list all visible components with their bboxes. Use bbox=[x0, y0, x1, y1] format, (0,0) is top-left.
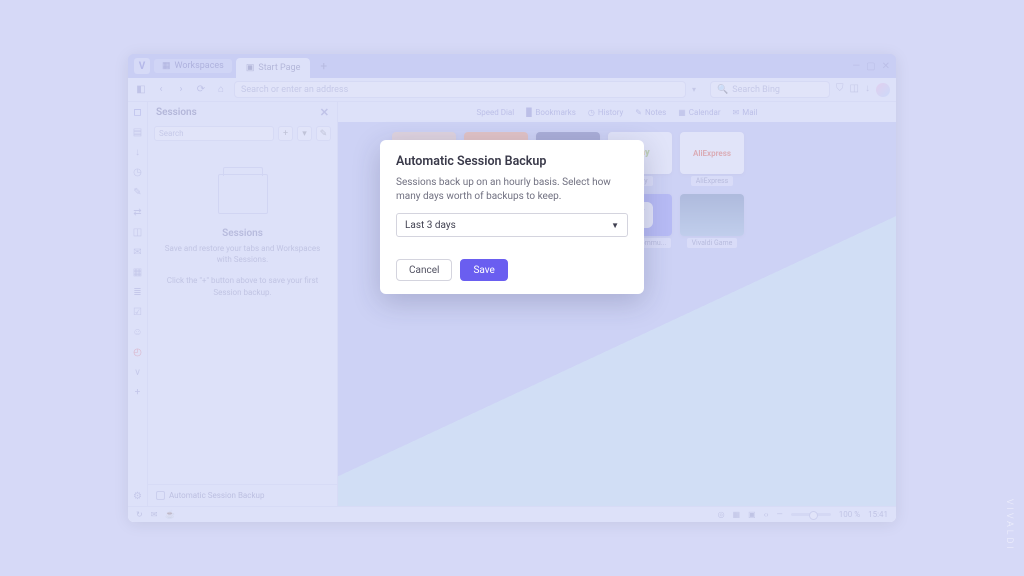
minimize-icon[interactable]: — bbox=[852, 61, 860, 72]
home-button[interactable]: ⌂ bbox=[214, 84, 228, 95]
edit-session-button[interactable]: ✎ bbox=[316, 126, 331, 141]
sessions-panel-icon[interactable]: ◴ bbox=[132, 346, 144, 358]
settings-icon[interactable]: ⚙ bbox=[132, 490, 144, 502]
search-placeholder: Search Bing bbox=[732, 85, 780, 95]
zoom-slider[interactable] bbox=[791, 513, 831, 516]
backup-duration-select[interactable]: Last 3 days ▼ bbox=[396, 213, 628, 237]
forward-button[interactable]: › bbox=[174, 84, 188, 95]
translate-icon[interactable]: ⇄ bbox=[132, 206, 144, 218]
notes-panel-icon[interactable]: ✎ bbox=[132, 186, 144, 198]
profile-avatar[interactable] bbox=[876, 83, 890, 97]
reload-button[interactable]: ⟳ bbox=[194, 84, 208, 95]
bookmarks-panel-icon[interactable]: ◻ bbox=[132, 106, 144, 118]
watermark: VIVALDI bbox=[1004, 499, 1014, 552]
empty-desc-1: Save and restore your tabs and Workspace… bbox=[162, 243, 323, 265]
search-field[interactable]: 🔍 Search Bing bbox=[710, 81, 830, 98]
speeddial-icon: ▣ bbox=[246, 63, 255, 73]
tasks-panel-icon[interactable]: ☑ bbox=[132, 306, 144, 318]
empty-desc-2: Click the "+" button above to save your … bbox=[162, 275, 323, 297]
auto-backup-checkbox[interactable] bbox=[156, 491, 165, 500]
sessions-panel: Sessions ✕ Search + ▾ ✎ Sessions Save an… bbox=[148, 102, 338, 506]
status-bar: ↻ ✉ ☕ ◎ ▦ ▣ ‹› — 100 % 15:41 bbox=[128, 506, 896, 522]
zoom-value: 100 % bbox=[839, 510, 860, 519]
window-panel-icon[interactable]: ◫ bbox=[132, 226, 144, 238]
workspaces-button[interactable]: ▦ Workspaces bbox=[154, 59, 232, 73]
tab-title: Start Page bbox=[258, 63, 300, 73]
panel-empty-state: Sessions Save and restore your tabs and … bbox=[148, 144, 337, 484]
sync-icon[interactable]: ↻ bbox=[136, 510, 143, 519]
url-dropdown-icon[interactable]: ▾ bbox=[692, 85, 704, 94]
dialog-title: Automatic Session Backup bbox=[396, 154, 628, 169]
contacts-panel-icon[interactable]: ☺ bbox=[132, 326, 144, 338]
ruler-icon[interactable]: — bbox=[776, 510, 782, 519]
add-panel-icon[interactable]: + bbox=[132, 386, 144, 398]
sd-tile-vivaldi-game[interactable]: Vivaldi Game bbox=[680, 194, 744, 248]
panel-search-input[interactable]: Search bbox=[154, 126, 274, 141]
nav-calendar[interactable]: ▦ Calendar bbox=[678, 108, 720, 117]
nav-history[interactable]: ◷ History bbox=[588, 108, 623, 117]
tab-strip: V ▦ Workspaces ▣ Start Page + — ▢ ✕ bbox=[128, 54, 896, 78]
empty-title: Sessions bbox=[222, 228, 263, 239]
reading-list-icon[interactable]: ▤ bbox=[132, 126, 144, 138]
panel-close-icon[interactable]: ✕ bbox=[320, 106, 329, 119]
auto-backup-label: Automatic Session Backup bbox=[169, 491, 264, 500]
nav-bookmarks[interactable]: ▉ Bookmarks bbox=[526, 108, 576, 117]
tab-start-page[interactable]: ▣ Start Page bbox=[236, 58, 311, 78]
add-session-button[interactable]: + bbox=[278, 126, 293, 141]
new-tab-button[interactable]: + bbox=[314, 59, 333, 73]
dialog-actions: Cancel Save bbox=[396, 259, 628, 281]
back-button[interactable]: ‹ bbox=[154, 84, 168, 95]
search-engine-icon: 🔍 bbox=[717, 85, 728, 95]
workspaces-icon: ▦ bbox=[162, 61, 171, 71]
capture-icon[interactable]: ◎ bbox=[718, 510, 725, 519]
shield-icon[interactable]: ⛉ bbox=[836, 83, 844, 97]
nav-notes[interactable]: ✎ Notes bbox=[635, 108, 666, 117]
calendar-panel-icon[interactable]: ▦ bbox=[132, 266, 144, 278]
workspaces-label: Workspaces bbox=[175, 61, 224, 71]
panel-iconbar: ◻ ▤ ↓ ◷ ✎ ⇄ ◫ ✉ ▦ ≣ ☑ ☺ ◴ v + ⚙ bbox=[128, 102, 148, 506]
dialog-description: Sessions back up on an hourly basis. Sel… bbox=[396, 176, 628, 204]
feeds-panel-icon[interactable]: ≣ bbox=[132, 286, 144, 298]
panel-header: Sessions ✕ bbox=[148, 102, 337, 123]
mail-status-icon[interactable]: ✉ bbox=[151, 510, 158, 519]
empty-box-icon bbox=[218, 174, 268, 214]
auto-backup-dialog: Automatic Session Backup Sessions back u… bbox=[380, 140, 644, 294]
panel-toggle-icon[interactable]: ◧ bbox=[134, 84, 148, 95]
mail-panel-icon[interactable]: ✉ bbox=[132, 246, 144, 258]
clock[interactable]: 15:41 bbox=[868, 510, 888, 519]
page-actions-icon[interactable]: ‹› bbox=[764, 510, 769, 519]
downloads-panel-icon[interactable]: ↓ bbox=[132, 146, 144, 158]
url-field[interactable]: Search or enter an address bbox=[234, 81, 686, 98]
tiling-icon[interactable]: ▦ bbox=[733, 510, 741, 519]
session-options-button[interactable]: ▾ bbox=[297, 126, 312, 141]
images-icon[interactable]: ▣ bbox=[748, 510, 756, 519]
nav-speed-dial[interactable]: Speed Dial bbox=[477, 108, 515, 117]
chevron-down-icon: ▼ bbox=[611, 221, 619, 230]
panel-search-placeholder: Search bbox=[159, 129, 184, 138]
panel-title: Sessions bbox=[156, 107, 197, 118]
maximize-icon[interactable]: ▢ bbox=[866, 61, 875, 72]
save-button[interactable]: Save bbox=[460, 259, 507, 281]
speeddial-nav: Speed Dial ▉ Bookmarks ◷ History ✎ Notes… bbox=[338, 102, 896, 122]
panel-footer: Automatic Session Backup bbox=[148, 484, 337, 506]
cancel-button[interactable]: Cancel bbox=[396, 259, 452, 281]
address-bar: ◧ ‹ › ⟳ ⌂ Search or enter an address ▾ 🔍… bbox=[128, 78, 896, 102]
break-icon[interactable]: ☕ bbox=[165, 510, 175, 519]
extensions-icon[interactable]: ◫ bbox=[850, 83, 859, 97]
download-icon[interactable]: ↓ bbox=[865, 83, 870, 97]
close-icon[interactable]: ✕ bbox=[882, 61, 890, 72]
history-panel-icon[interactable]: ◷ bbox=[132, 166, 144, 178]
vivaldi-menu-button[interactable]: V bbox=[134, 58, 150, 74]
nav-mail[interactable]: ✉ Mail bbox=[733, 108, 758, 117]
select-value: Last 3 days bbox=[405, 220, 456, 231]
vivaldi-panel-icon[interactable]: v bbox=[132, 366, 144, 378]
sd-tile-aliexpress[interactable]: AliExpressAliExpress bbox=[680, 132, 744, 186]
url-placeholder: Search or enter an address bbox=[241, 85, 348, 95]
